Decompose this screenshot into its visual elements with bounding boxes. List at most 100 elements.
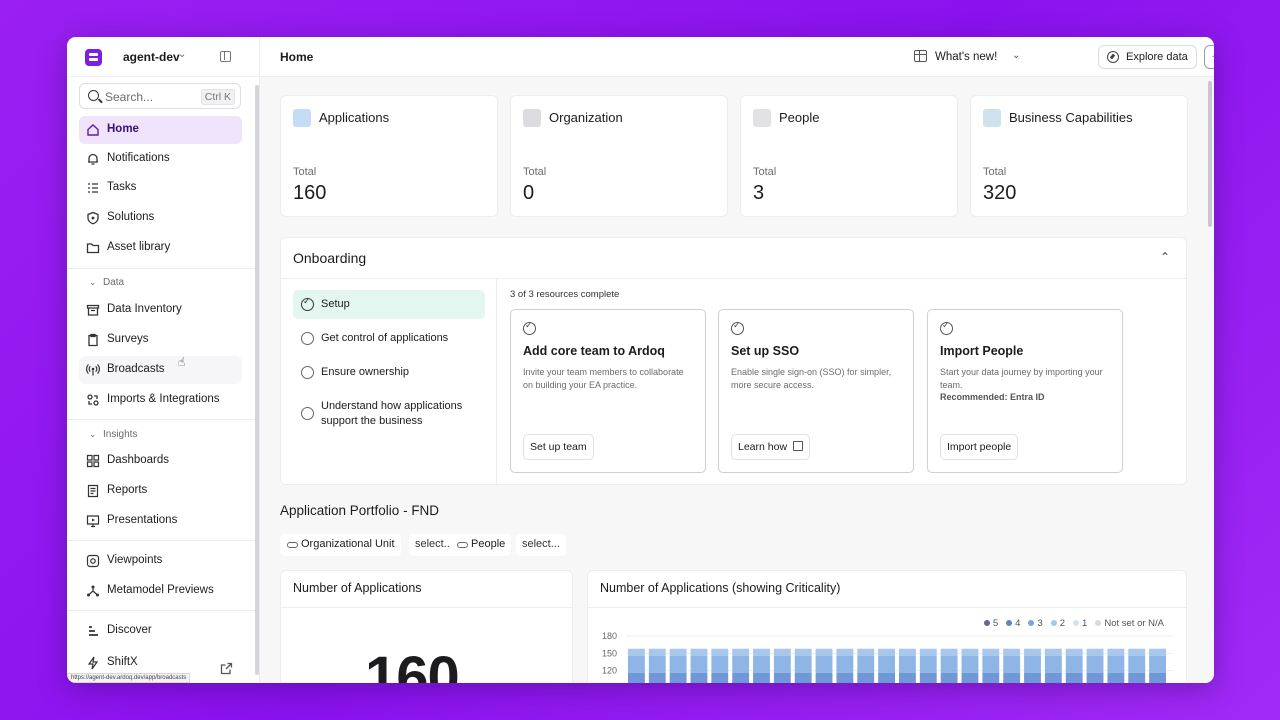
- learn-how-button[interactable]: Learn how: [731, 434, 811, 460]
- sidebar-item-reports[interactable]: Reports: [79, 477, 242, 505]
- filter-people[interactable]: People select...: [450, 534, 590, 556]
- chart-bar[interactable]: [794, 648, 812, 683]
- sidebar-item-asset-library[interactable]: Asset library: [79, 234, 242, 262]
- chart-bar[interactable]: [1149, 648, 1166, 683]
- chart-bar[interactable]: [628, 648, 645, 683]
- chart-bar[interactable]: [836, 648, 854, 683]
- ai-assistant-button[interactable]: ✧: [1204, 45, 1214, 69]
- bar-segment-4: [753, 672, 770, 683]
- chart-bar[interactable]: [899, 648, 916, 683]
- bar-segment-3: [794, 655, 812, 673]
- bar-segment-3: [815, 655, 833, 673]
- sidebar-item-home[interactable]: Home: [79, 116, 242, 144]
- step-setup[interactable]: Setup: [293, 290, 485, 319]
- chart-bar[interactable]: [919, 648, 937, 683]
- bar-segment-3: [982, 655, 1000, 673]
- chart-bar[interactable]: [732, 648, 750, 683]
- sidebar-item-solutions[interactable]: Solutions: [79, 204, 242, 232]
- sidebar-item-label: Surveys: [107, 333, 149, 345]
- sidebar-item-label: Reports: [107, 484, 148, 496]
- bar-segment-2: [836, 648, 854, 656]
- chart-bar[interactable]: [1128, 648, 1146, 683]
- sidebar-item-surveys[interactable]: Surveys: [79, 326, 242, 354]
- chart-bar[interactable]: [878, 648, 895, 683]
- bar-segment-3: [899, 655, 916, 673]
- stat-total-label: Total: [293, 166, 317, 178]
- stat-card-business-capabilities[interactable]: Business Capabilities Total 320: [970, 95, 1188, 217]
- bar-segment-2: [1086, 648, 1104, 656]
- bar-segment-4: [1065, 672, 1083, 683]
- step-get-control[interactable]: Get control of applications: [293, 325, 485, 353]
- filter-value[interactable]: select...: [516, 534, 566, 556]
- sidebar-item-label: Asset library: [107, 241, 171, 253]
- chart-bar[interactable]: [1065, 648, 1083, 683]
- stat-card-people[interactable]: People Total 3: [740, 95, 958, 217]
- resource-title: Import People: [940, 344, 1024, 358]
- sidebar-item-broadcasts[interactable]: Broadcasts: [79, 356, 242, 384]
- resource-card-import-people: Import People Start your data journey by…: [927, 309, 1123, 473]
- sidebar-item-presentations[interactable]: Presentations: [79, 507, 242, 535]
- set-up-team-button[interactable]: Set up team: [523, 434, 594, 460]
- circle-icon: [301, 407, 314, 420]
- sidebar-item-notifications[interactable]: Notifications: [79, 145, 242, 173]
- chart-bar[interactable]: [940, 648, 958, 683]
- section-label-data[interactable]: Data: [103, 277, 124, 288]
- chart-bar[interactable]: [1086, 648, 1104, 683]
- collapse-sidebar-icon[interactable]: [220, 51, 231, 62]
- chart-bar[interactable]: [753, 648, 770, 683]
- chevron-up-icon[interactable]: ⌃: [1160, 250, 1170, 264]
- chart-bar[interactable]: [1044, 648, 1062, 683]
- sidebar-item-imports[interactable]: Imports & Integrations: [79, 386, 242, 414]
- section-label-insights[interactable]: Insights: [103, 429, 137, 440]
- explore-data-button[interactable]: Explore data: [1098, 45, 1197, 69]
- divider: [67, 419, 255, 420]
- circle-icon: [301, 366, 314, 379]
- stat-total-label: Total: [523, 166, 547, 178]
- bar-segment-4: [669, 672, 687, 683]
- chart-bar[interactable]: [773, 648, 791, 683]
- chevron-down-icon[interactable]: ⌄: [178, 49, 186, 60]
- workspace-switcher[interactable]: agent-dev ⌄: [67, 37, 260, 77]
- bar-segment-3: [1086, 655, 1104, 673]
- chart-bar[interactable]: [961, 648, 979, 683]
- sidebar-item-metamodel-previews[interactable]: Metamodel Previews: [79, 577, 242, 605]
- stat-title: People: [779, 110, 820, 125]
- sidebar-scrollbar[interactable]: [255, 85, 259, 675]
- sidebar-item-dashboards[interactable]: Dashboards: [79, 447, 242, 475]
- chart-bar[interactable]: [711, 648, 729, 683]
- sidebar-item-discover[interactable]: Discover: [79, 617, 242, 645]
- resource-description: Enable single sign-on (SSO) for simpler,…: [731, 367, 892, 390]
- stat-card-applications[interactable]: Applications Total 160: [280, 95, 498, 217]
- sidebar-item-label: Broadcasts: [107, 363, 165, 375]
- search-placeholder[interactable]: Search...: [105, 90, 153, 104]
- chart-bar[interactable]: [648, 648, 666, 683]
- stat-title: Business Capabilities: [1009, 110, 1133, 125]
- import-people-button[interactable]: Import people: [940, 434, 1019, 460]
- explore-data-label: Explore data: [1126, 51, 1188, 63]
- chart-bar[interactable]: [857, 648, 875, 683]
- chart-bar[interactable]: [1107, 648, 1125, 683]
- chart-bar[interactable]: [1024, 648, 1041, 683]
- sidebar-item-label: Notifications: [107, 152, 170, 164]
- step-ensure-ownership[interactable]: Ensure ownership: [293, 359, 485, 387]
- step-understand[interactable]: Understand how applications support the …: [293, 393, 485, 437]
- sidebar-item-data-inventory[interactable]: Data Inventory: [79, 296, 242, 324]
- workspace-name[interactable]: agent-dev: [123, 50, 180, 64]
- filter-organizational-unit[interactable]: Organizational Unit select...: [280, 534, 460, 556]
- stat-card-organization[interactable]: Organization Total 0: [510, 95, 728, 217]
- chevron-down-icon[interactable]: ⌄: [89, 429, 97, 440]
- sidebar-item-viewpoints[interactable]: Viewpoints: [79, 547, 242, 575]
- chart-bar[interactable]: [982, 648, 1000, 683]
- chevron-down-icon[interactable]: ⌄: [89, 277, 97, 288]
- chart-bar[interactable]: [1003, 648, 1021, 683]
- chart-bar[interactable]: [815, 648, 833, 683]
- compass-icon: [1107, 51, 1119, 63]
- sidebar-item-tasks[interactable]: Tasks: [79, 174, 242, 202]
- main-scrollbar[interactable]: [1208, 81, 1212, 227]
- chart-bar[interactable]: [669, 648, 687, 683]
- chart-bar[interactable]: [690, 648, 708, 683]
- bar-segment-2: [711, 648, 729, 656]
- search-input[interactable]: Search... Ctrl K: [79, 83, 241, 109]
- bar-segment-2: [753, 648, 770, 656]
- external-link-icon[interactable]: [220, 662, 233, 675]
